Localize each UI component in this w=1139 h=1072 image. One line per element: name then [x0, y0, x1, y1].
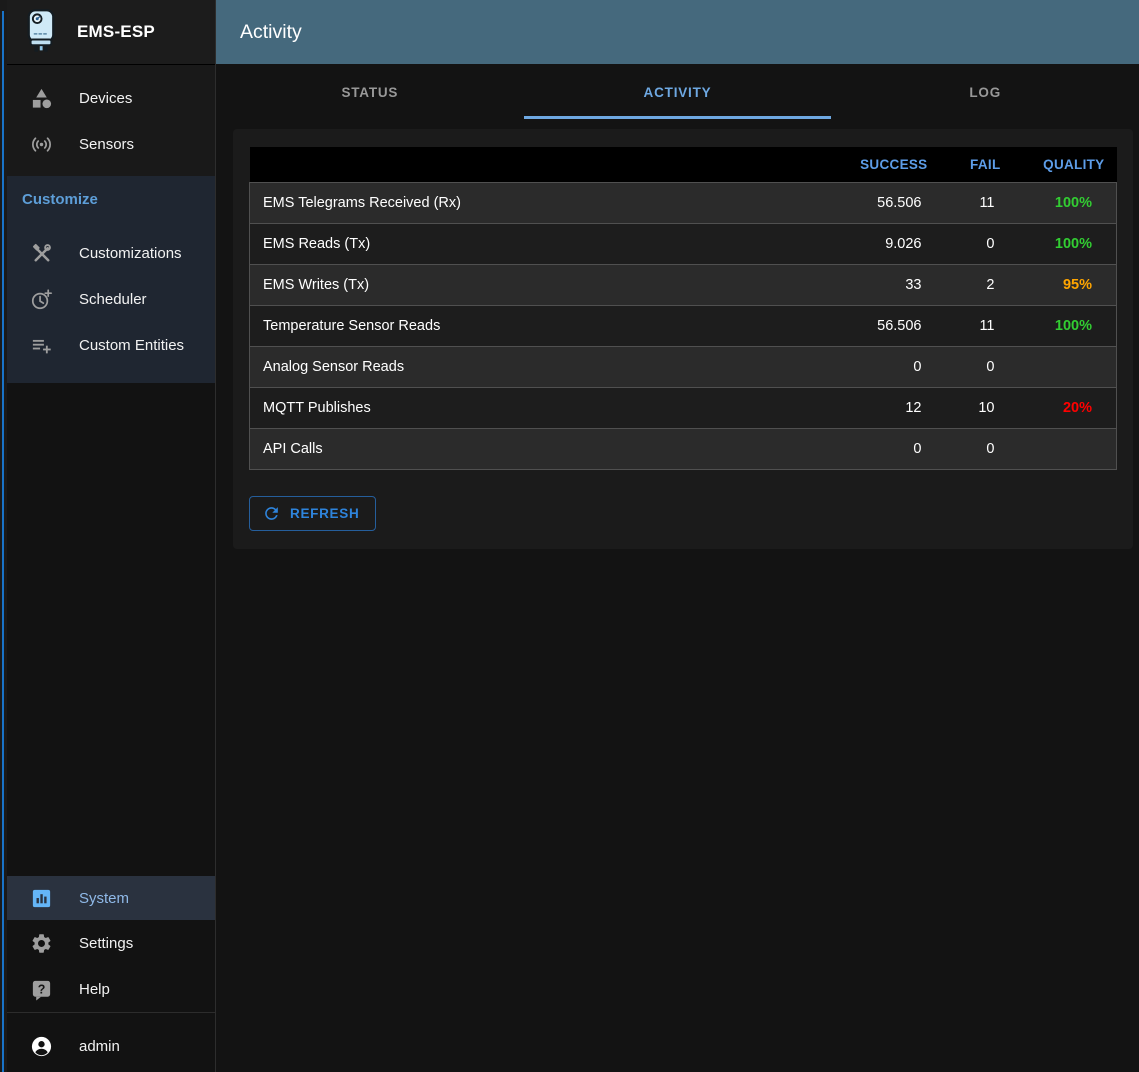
- sidebar-item-help[interactable]: ? Help: [7, 966, 215, 1012]
- quality-value: 20%: [1007, 388, 1117, 429]
- window-edge-highlight: [2, 11, 4, 1072]
- success-value: 56.506: [792, 306, 932, 347]
- success-value: 0: [792, 429, 932, 470]
- fail-value: 0: [932, 429, 1007, 470]
- construction-icon: [29, 241, 53, 265]
- column-header-quality: QUALITY: [1007, 147, 1117, 183]
- quality-value: 100%: [1007, 183, 1117, 224]
- app-root: EMS-ESP Devices: [0, 0, 1139, 1072]
- row-label: MQTT Publishes: [250, 388, 792, 429]
- sidebar-item-scheduler[interactable]: Scheduler: [7, 276, 215, 322]
- table-row: EMS Telegrams Received (Rx) 56.506 11 10…: [250, 183, 1117, 224]
- row-label: EMS Writes (Tx): [250, 265, 792, 306]
- fail-value: 10: [932, 388, 1007, 429]
- success-value: 0: [792, 347, 932, 388]
- sidebar-item-sensors[interactable]: Sensors: [7, 121, 215, 167]
- table-row: EMS Writes (Tx) 33 2 95%: [250, 265, 1117, 306]
- help-icon: ?: [29, 977, 53, 1001]
- activity-card: SUCCESS FAIL QUALITY EMS Telegrams Recei…: [233, 129, 1133, 549]
- table-row: MQTT Publishes 12 10 20%: [250, 388, 1117, 429]
- table-row: EMS Reads (Tx) 9.026 0 100%: [250, 224, 1117, 265]
- tab-activity[interactable]: ACTIVITY: [524, 64, 832, 121]
- row-label: API Calls: [250, 429, 792, 470]
- sidebar-item-label: Devices: [79, 90, 132, 107]
- column-header-success: SUCCESS: [792, 147, 932, 183]
- row-label: EMS Reads (Tx): [250, 224, 792, 265]
- sidebar-item-admin[interactable]: admin: [7, 1023, 215, 1069]
- sidebar-item-label: Sensors: [79, 136, 134, 153]
- quality-value: 95%: [1007, 265, 1117, 306]
- account-circle-icon: [29, 1034, 53, 1058]
- sidebar-main-nav: Devices Sensors: [7, 65, 215, 176]
- column-header-fail: FAIL: [932, 147, 1007, 183]
- success-value: 12: [792, 388, 932, 429]
- tab-log[interactable]: LOG: [831, 64, 1139, 121]
- sidebar: EMS-ESP Devices: [7, 0, 216, 1072]
- sidebar-bottom-nav: System Settings ? Help: [7, 876, 215, 1012]
- row-label: Temperature Sensor Reads: [250, 306, 792, 347]
- sidebar-item-customizations[interactable]: Customizations: [7, 230, 215, 276]
- sidebar-item-custom-entities[interactable]: Custom Entities: [7, 322, 215, 368]
- table-row: Temperature Sensor Reads 56.506 11 100%: [250, 306, 1117, 347]
- bar-chart-icon: [29, 886, 53, 910]
- sidebar-item-label: Settings: [79, 935, 133, 952]
- quality-value: [1007, 429, 1117, 470]
- quality-value: 100%: [1007, 306, 1117, 347]
- table-row: API Calls 0 0: [250, 429, 1117, 470]
- svg-text:?: ?: [37, 982, 45, 996]
- sidebar-customize-section: Customize Customizations: [7, 176, 215, 383]
- refresh-button-label: REFRESH: [290, 506, 359, 521]
- refresh-icon: [262, 504, 281, 523]
- app-title: EMS-ESP: [77, 22, 155, 42]
- customize-section-header: Customize: [7, 186, 215, 230]
- fail-value: 11: [932, 183, 1007, 224]
- category-icon: [29, 86, 53, 110]
- sidebar-item-devices[interactable]: Devices: [7, 75, 215, 121]
- sidebar-user-section: admin: [7, 1012, 215, 1072]
- sidebar-item-settings[interactable]: Settings: [7, 920, 215, 966]
- success-value: 56.506: [792, 183, 932, 224]
- sidebar-item-label: Customizations: [79, 245, 182, 262]
- app-bar: Activity: [216, 0, 1139, 64]
- gear-icon: [29, 931, 53, 955]
- tab-status[interactable]: STATUS: [216, 64, 524, 121]
- window-edge-gutter: [0, 0, 7, 1072]
- row-label: Analog Sensor Reads: [250, 347, 792, 388]
- fail-value: 0: [932, 347, 1007, 388]
- sidebar-item-label: Help: [79, 981, 110, 998]
- main-content: Activity STATUS ACTIVITY LOG SUCCESS FAI…: [216, 0, 1139, 1072]
- boiler-logo-icon: [24, 7, 60, 57]
- page-title: Activity: [240, 21, 302, 44]
- fail-value: 11: [932, 306, 1007, 347]
- quality-value: 100%: [1007, 224, 1117, 265]
- sidebar-spacer: [7, 383, 215, 876]
- fail-value: 2: [932, 265, 1007, 306]
- sidebar-item-label: System: [79, 890, 129, 907]
- tab-bar: STATUS ACTIVITY LOG: [216, 64, 1139, 121]
- table-row: Analog Sensor Reads 0 0: [250, 347, 1117, 388]
- quality-value: [1007, 347, 1117, 388]
- sidebar-header: EMS-ESP: [7, 0, 215, 65]
- row-label: EMS Telegrams Received (Rx): [250, 183, 792, 224]
- activity-table: SUCCESS FAIL QUALITY EMS Telegrams Recei…: [249, 147, 1117, 470]
- sidebar-item-label: admin: [79, 1038, 120, 1055]
- sidebar-item-system[interactable]: System: [7, 876, 215, 920]
- success-value: 33: [792, 265, 932, 306]
- success-value: 9.026: [792, 224, 932, 265]
- fail-value: 0: [932, 224, 1007, 265]
- table-header-row: SUCCESS FAIL QUALITY: [250, 147, 1117, 183]
- sensors-icon: [29, 132, 53, 156]
- more-time-icon: [29, 287, 53, 311]
- sidebar-item-label: Custom Entities: [79, 337, 184, 354]
- refresh-button[interactable]: REFRESH: [249, 496, 376, 531]
- sidebar-item-label: Scheduler: [79, 291, 147, 308]
- playlist-add-icon: [29, 333, 53, 357]
- column-header-blank: [250, 147, 792, 183]
